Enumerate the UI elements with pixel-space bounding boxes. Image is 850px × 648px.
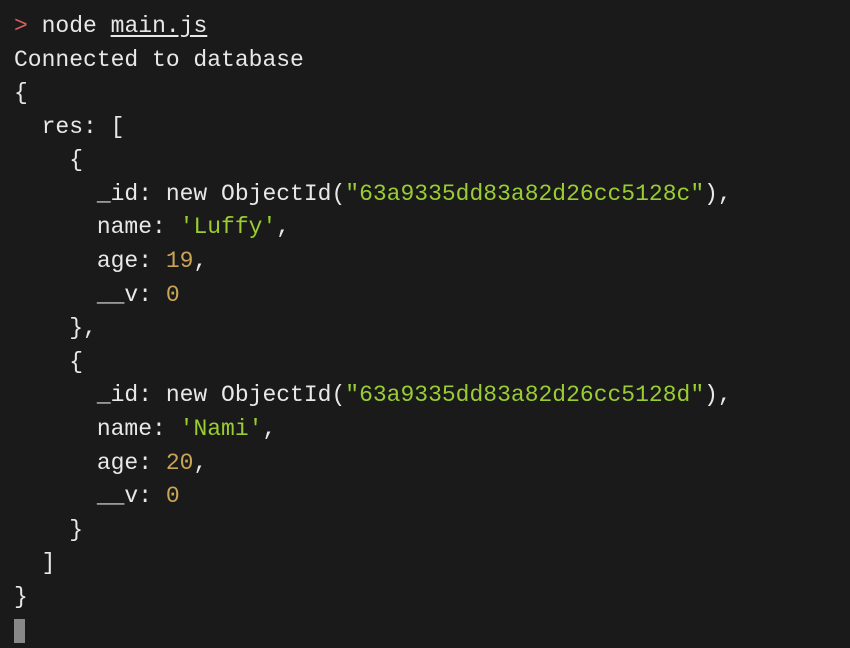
version-value: 0: [166, 282, 180, 308]
age-value: 19: [166, 248, 194, 274]
output-line: }: [14, 514, 836, 548]
cursor-line[interactable]: [14, 614, 836, 648]
name-value: 'Nami': [180, 416, 263, 442]
output-line: {: [14, 144, 836, 178]
connected-message: Connected to database: [14, 44, 836, 78]
prompt-line[interactable]: > node main.js: [14, 10, 836, 44]
output-line: {: [14, 77, 836, 111]
output-line: ]: [14, 547, 836, 581]
command-argument: main.js: [111, 13, 208, 39]
age-value: 20: [166, 450, 194, 476]
output-line: res: [: [14, 111, 836, 145]
output-line: __v: 0: [14, 480, 836, 514]
name-value: 'Luffy': [180, 214, 277, 240]
output-line: _id: new ObjectId("63a9335dd83a82d26cc51…: [14, 178, 836, 212]
output-line: },: [14, 312, 836, 346]
output-line: {: [14, 346, 836, 380]
output-line: age: 19,: [14, 245, 836, 279]
terminal-output: > node main.js Connected to database { r…: [14, 10, 836, 648]
object-id-value: "63a9335dd83a82d26cc5128d": [345, 382, 704, 408]
output-line: _id: new ObjectId("63a9335dd83a82d26cc51…: [14, 379, 836, 413]
prompt-symbol: >: [14, 13, 28, 39]
terminal-cursor: [14, 619, 25, 643]
command-binary: node: [42, 13, 97, 39]
output-line: __v: 0: [14, 279, 836, 313]
output-line: name: 'Luffy',: [14, 211, 836, 245]
output-line: name: 'Nami',: [14, 413, 836, 447]
version-value: 0: [166, 483, 180, 509]
object-id-value: "63a9335dd83a82d26cc5128c": [345, 181, 704, 207]
output-line: }: [14, 581, 836, 615]
output-line: age: 20,: [14, 447, 836, 481]
